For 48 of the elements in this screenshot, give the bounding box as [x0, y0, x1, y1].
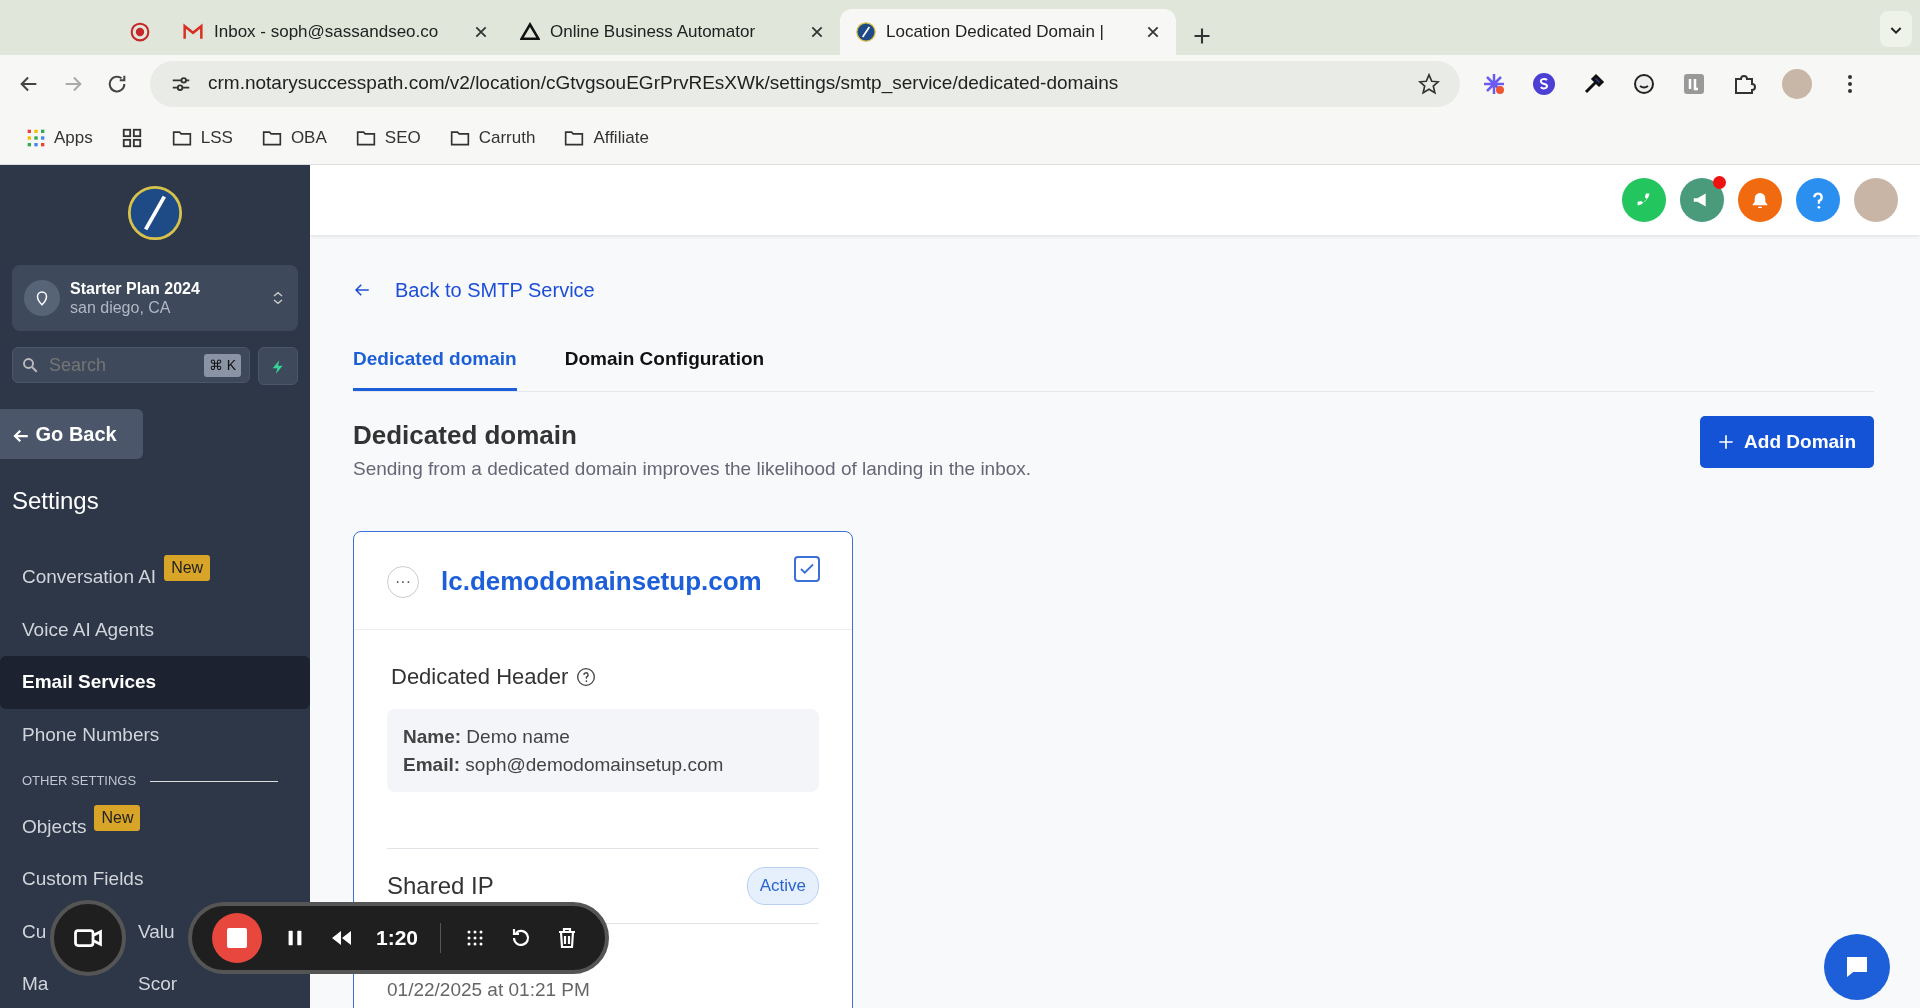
bookmark[interactable]: OBA	[260, 125, 327, 151]
domain-name: lc.demodomainsetup.com	[441, 565, 763, 598]
shared-ip-label: Shared IP	[387, 870, 494, 901]
content-tab[interactable]: Dedicated domain	[353, 345, 517, 391]
go-back-button[interactable]: Go Back	[0, 409, 143, 460]
back-link[interactable]: Back to SMTP Service	[353, 275, 595, 305]
tab-title: Location Dedicated Domain |	[886, 21, 1105, 44]
tab-title: Online Business Automator	[550, 21, 757, 44]
created-date: 01/22/2025 at 01:21 PM	[387, 977, 591, 1002]
bookmark[interactable]: Apps	[26, 125, 93, 151]
section-label: OTHER SETTINGS	[22, 772, 137, 791]
sidebar-item[interactable]: Email Services	[0, 656, 310, 709]
header-title: Dedicated Header	[391, 663, 569, 691]
settings-heading: Settings	[12, 486, 100, 517]
location-city: san diego, CA	[70, 298, 172, 318]
section-description: Sending from a dedicated domain improves the likelihood of landing in the inbox.	[353, 456, 1032, 481]
tab-title: Inbox - soph@sassandseo.co	[214, 21, 440, 44]
more-options-button[interactable]: ···	[387, 565, 419, 598]
new-badge: New	[164, 555, 211, 582]
bookmark[interactable]: LSS	[170, 125, 233, 151]
sidebar-item[interactable]: Custom Fields	[0, 853, 310, 906]
sender-name: Name: Demo name	[403, 725, 571, 749]
new-badge: New	[94, 804, 141, 831]
sidebar-item[interactable]: Voice AI Agents	[0, 603, 310, 657]
sidebar-item[interactable]: Objects New	[0, 800, 310, 854]
address-bar[interactable]: crm.notarysuccesspath.com/v2/location/cGtvgsouEGrPrvREsXWk/settings/smtp_service/dedicated-domains	[150, 60, 1460, 107]
content-tab[interactable]: Domain Configuration	[564, 345, 765, 391]
sidebar-item[interactable]: Valu	[138, 917, 175, 947]
sender-email: Email: soph@demodomainsetup.com	[403, 752, 725, 777]
browser-tab[interactable]: Inbox - soph@sassandseo.co	[166, 9, 504, 55]
add-domain-button[interactable]: Add Domain	[1700, 415, 1874, 468]
status-badge: Active	[746, 867, 819, 905]
sidebar-item[interactable]: Cu	[22, 917, 47, 947]
sidebar-item[interactable]: Phone Numbers	[0, 708, 310, 762]
location-name: Starter Plan 2024	[70, 279, 201, 299]
sidebar-item[interactable]: Ma	[22, 970, 49, 999]
shortcut-key: ⌘ K	[203, 353, 241, 377]
browser-tab[interactable]: Location Dedicated Domain |	[840, 9, 1176, 55]
recording-time: 1:20	[376, 925, 419, 952]
sidebar-item[interactable]: Scor	[138, 970, 178, 999]
browser-tab[interactable]: Online Business Automator	[504, 9, 840, 55]
section-title: Dedicated domain	[353, 418, 578, 452]
bookmark[interactable]: Affiliate	[563, 125, 649, 151]
bookmark[interactable]: SEO	[354, 125, 421, 151]
location-switcher[interactable]: Starter Plan 2024 san diego, CA	[12, 265, 298, 332]
bookmark[interactable]: Carruth	[448, 125, 536, 151]
url-text: crm.notarysuccesspath.com/v2/location/cGtvgsouEGrPrvREsXWk/settings/smtp_service/dedicated-domains	[208, 71, 1120, 96]
sidebar-item[interactable]: Conversation AI New	[0, 551, 310, 604]
